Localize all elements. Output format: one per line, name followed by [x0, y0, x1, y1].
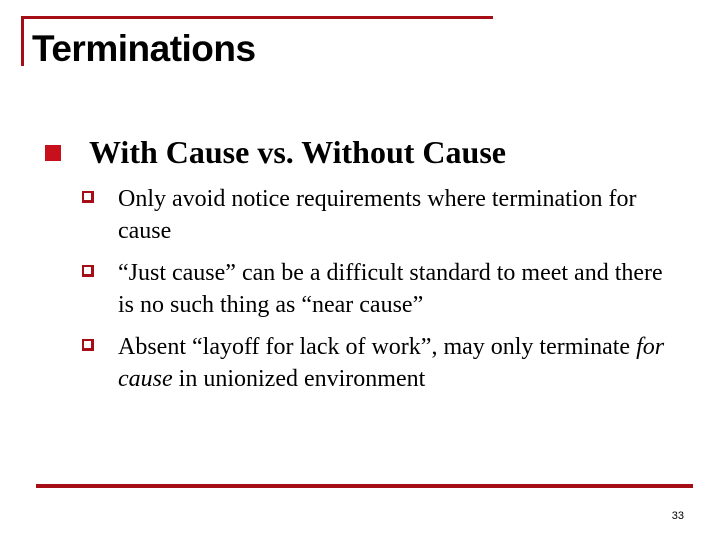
sub-bullet-text: Absent “layoff for lack of work”, may on… [118, 334, 665, 392]
checkbox-bullet-icon [82, 339, 94, 351]
level1-text: With Cause vs. Without Cause [89, 134, 506, 170]
left-rule [21, 16, 24, 66]
checkbox-bullet-icon [82, 265, 94, 277]
level1-bullet: With Cause vs. Without Cause [45, 134, 506, 171]
page-number: 33 [671, 510, 684, 522]
sub-bullet-2: “Just cause” can be a difficult standard… [82, 257, 678, 321]
sub-bullet-1: Only avoid notice requirements where ter… [82, 183, 678, 247]
sub-bullet-text: Only avoid notice requirements where ter… [118, 186, 637, 244]
slide-title: Terminations [32, 28, 256, 69]
square-bullet-icon [45, 144, 61, 161]
bottom-rule [36, 484, 693, 488]
sub-bullet-3: Absent “layoff for lack of work”, may on… [82, 331, 678, 395]
sub-bullet-text: “Just cause” can be a difficult standard… [118, 260, 663, 318]
checkbox-bullet-icon [82, 191, 94, 203]
top-rule [21, 16, 493, 19]
